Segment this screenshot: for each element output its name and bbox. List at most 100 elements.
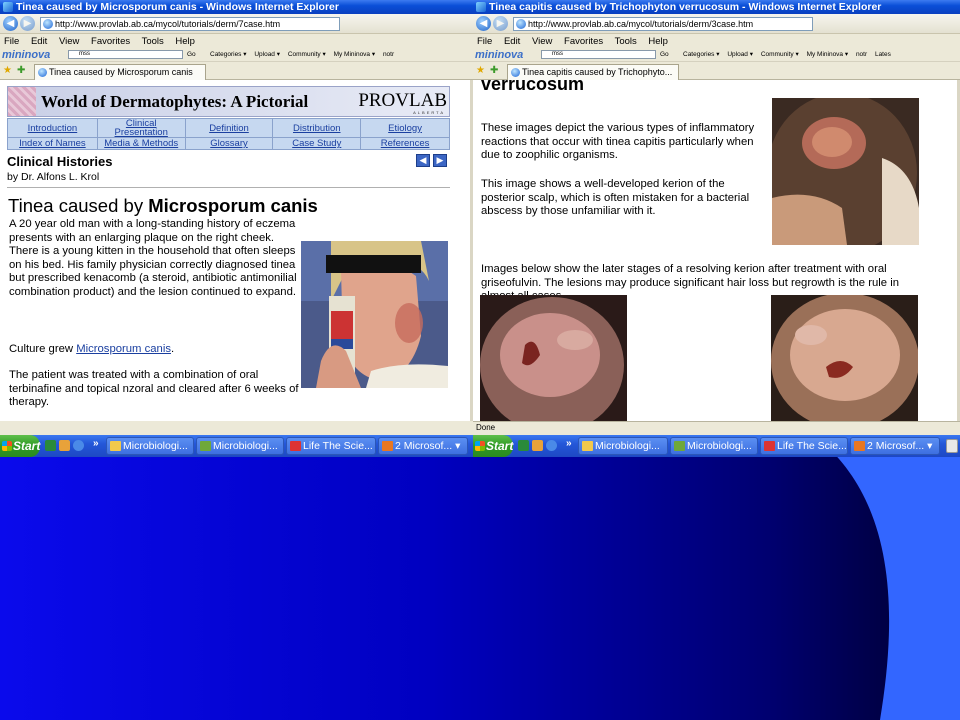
- task-button-microsoft-group[interactable]: 2 Microsof... ▾: [850, 437, 940, 455]
- pdf-icon: [290, 441, 301, 451]
- menu-favorites[interactable]: Favorites: [91, 36, 130, 47]
- menu-view[interactable]: View: [59, 36, 79, 47]
- windows-logo-icon: [475, 441, 485, 451]
- task-button-life-the-science[interactable]: Life The Scie...: [760, 437, 848, 455]
- add-favorites-icon[interactable]: ✚: [490, 65, 498, 76]
- task-button-microbiology-2[interactable]: Microbiologi...: [196, 437, 284, 455]
- mininova-go-button[interactable]: Go: [187, 48, 196, 61]
- next-page-icon[interactable]: ▶: [433, 154, 447, 167]
- quicklaunch-more-icon[interactable]: »: [93, 438, 99, 449]
- right-url-field[interactable]: http://www.provlab.ab.ca/mycol/tutorials…: [513, 17, 813, 31]
- mininova-search-input[interactable]: mss: [68, 50, 183, 59]
- pdf-icon: [764, 441, 775, 451]
- toolbar-my-mininova[interactable]: My Mininova ▾: [334, 51, 376, 58]
- right-url-text: http://www.provlab.ab.ca/mycol/tutorials…: [528, 19, 754, 29]
- forward-icon[interactable]: ▶: [493, 16, 508, 31]
- menu-tools[interactable]: Tools: [142, 36, 164, 47]
- task-button-microsoft-group[interactable]: 2 Microsof... ▾: [378, 437, 468, 455]
- quicklaunch-ie-icon[interactable]: [546, 440, 557, 451]
- back-icon[interactable]: ◀: [476, 16, 491, 31]
- kerion-paragraph: This image shows a well-developed kerion…: [481, 178, 750, 218]
- toolbar-community[interactable]: Community ▾: [761, 51, 799, 58]
- nav-clinical-presentation[interactable]: Clinical Presentation: [96, 118, 186, 138]
- nav-glossary[interactable]: Glossary: [184, 137, 274, 150]
- case-title-prefix: Tinea caused by: [8, 195, 149, 216]
- tab-page-icon: [511, 68, 520, 77]
- site-nav-table: Introduction Clinical Presentation Defin…: [7, 118, 450, 150]
- quicklaunch-outlook-icon[interactable]: [532, 440, 543, 451]
- quicklaunch-publisher-icon[interactable]: [45, 440, 56, 451]
- left-window-title: Tinea caused by Microsporum canis - Wind…: [16, 1, 339, 13]
- powerpoint-icon: [854, 441, 865, 451]
- menu-file[interactable]: File: [477, 36, 492, 47]
- section-heading: Clinical Histories: [7, 154, 113, 169]
- kerion-scalp-photo: [772, 98, 919, 245]
- nav-distribution[interactable]: Distribution: [272, 118, 362, 138]
- culture-prefix: Culture grew: [9, 343, 77, 355]
- add-favorites-icon[interactable]: ✚: [17, 65, 25, 76]
- quicklaunch-outlook-icon[interactable]: [59, 440, 70, 451]
- task-button-microbiology-1[interactable]: Microbiologi...: [106, 437, 194, 455]
- right-page-content: verrucosum These images depict the vario…: [473, 80, 960, 421]
- prev-page-icon[interactable]: ◀: [416, 154, 430, 167]
- back-icon[interactable]: ◀: [3, 16, 18, 31]
- toolbar-upload[interactable]: Upload ▾: [727, 51, 753, 58]
- toolbar-categories[interactable]: Categories ▾: [683, 51, 720, 58]
- site-banner: World of Dermatophytes: A Pictorial PROV…: [7, 86, 450, 117]
- right-start-button[interactable]: Start: [473, 435, 513, 457]
- menu-edit[interactable]: Edit: [31, 36, 47, 47]
- quicklaunch-publisher-icon[interactable]: [518, 440, 529, 451]
- nav-index-of-names[interactable]: Index of Names: [7, 137, 98, 150]
- case-title-organism: Microsporum canis: [148, 195, 318, 216]
- left-url-text: http://www.provlab.ab.ca/mycol/tutorials…: [55, 19, 281, 29]
- quicklaunch-more-icon[interactable]: »: [566, 438, 572, 449]
- menu-view[interactable]: View: [532, 36, 552, 47]
- favorites-star-icon[interactable]: ★: [3, 65, 12, 76]
- toolbar-notr[interactable]: notr: [856, 51, 867, 58]
- quicklaunch-ie-icon[interactable]: [73, 440, 84, 451]
- right-window-title: Tinea capitis caused by Trichophyton ver…: [489, 1, 882, 13]
- toolbar-community[interactable]: Community ▾: [288, 51, 326, 58]
- nav-definition[interactable]: Definition: [184, 118, 274, 138]
- menu-favorites[interactable]: Favorites: [564, 36, 603, 47]
- culture-paragraph: Culture grew Microsporum canis.: [9, 343, 301, 357]
- task-button-life-the-science[interactable]: Life The Scie...: [286, 437, 376, 455]
- menu-file[interactable]: File: [4, 36, 19, 47]
- toolbar-upload[interactable]: Upload ▾: [254, 51, 280, 58]
- left-url-field[interactable]: http://www.provlab.ab.ca/mycol/tutorials…: [40, 17, 340, 31]
- tray-icon[interactable]: [946, 439, 958, 453]
- menu-edit[interactable]: Edit: [504, 36, 520, 47]
- toolbar-latest[interactable]: Lates: [875, 51, 891, 58]
- nav-case-study[interactable]: Case Study: [272, 137, 362, 150]
- favorites-star-icon[interactable]: ★: [476, 65, 485, 76]
- right-tab[interactable]: Tinea capitis caused by Trichophyto...: [507, 64, 679, 80]
- toolbar-my-mininova[interactable]: My Mininova ▾: [807, 51, 849, 58]
- task-button-microbiology-2[interactable]: Microbiologi...: [670, 437, 758, 455]
- mininova-toolbar-items: Categories ▾ Upload ▾ Community ▾ My Min…: [210, 48, 400, 61]
- task-button-label: Microbiologi...: [213, 440, 278, 452]
- right-tab-label: Tinea capitis caused by Trichophyto...: [522, 67, 673, 77]
- right-menu-bar: File Edit View Favorites Tools Help: [473, 34, 960, 49]
- mininova-search-input[interactable]: mss: [541, 50, 656, 59]
- left-start-button[interactable]: Start: [0, 435, 40, 457]
- left-mininova-toolbar: mininova mss Go Categories ▾ Upload ▾ Co…: [0, 48, 473, 62]
- menu-help[interactable]: Help: [175, 36, 195, 47]
- nav-introduction[interactable]: Introduction: [7, 118, 98, 138]
- left-tab[interactable]: Tinea caused by Microsporum canis: [34, 64, 206, 80]
- mininova-go-button[interactable]: Go: [660, 48, 669, 61]
- menu-tools[interactable]: Tools: [615, 36, 637, 47]
- nav-etiology[interactable]: Etiology: [360, 118, 450, 138]
- toolbar-categories[interactable]: Categories ▾: [210, 51, 247, 58]
- menu-help[interactable]: Help: [648, 36, 668, 47]
- toolbar-notr[interactable]: notr: [383, 51, 394, 58]
- task-button-microbiology-1[interactable]: Microbiologi...: [578, 437, 668, 455]
- microsporum-canis-link[interactable]: Microsporum canis: [76, 343, 171, 355]
- nav-references[interactable]: References: [360, 137, 450, 150]
- page-heading-fragment: verrucosum: [481, 80, 585, 94]
- app-icon: [674, 441, 685, 451]
- left-menu-bar: File Edit View Favorites Tools Help: [0, 34, 473, 49]
- nav-media-methods[interactable]: Media & Methods: [96, 137, 186, 150]
- forward-icon[interactable]: ▶: [20, 16, 35, 31]
- right-start-label: Start: [486, 439, 514, 453]
- provlab-logo-sub: ALBERTA: [413, 110, 445, 115]
